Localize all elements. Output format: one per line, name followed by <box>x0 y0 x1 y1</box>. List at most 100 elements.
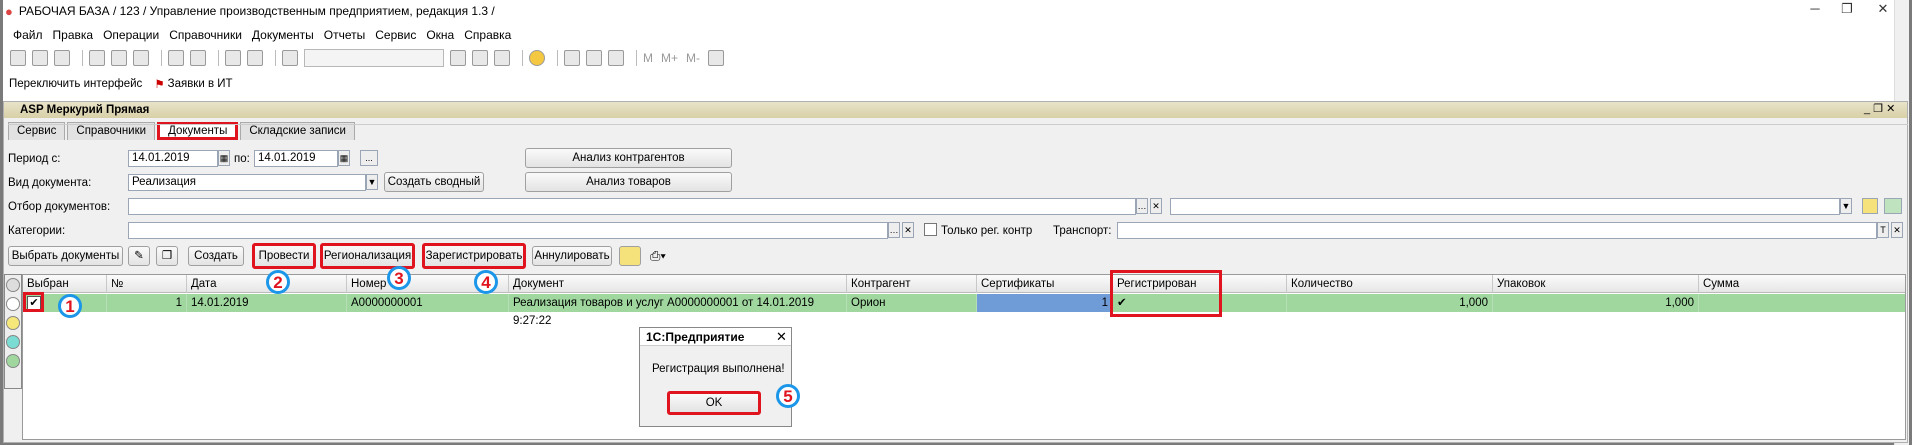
step-marker-3: 3 <box>387 266 411 290</box>
dialog-title: 1С:Предприятие <box>640 328 791 346</box>
post-button[interactable]: Провести <box>252 243 316 269</box>
cell-contractor: Орион <box>847 294 977 312</box>
redo-icon[interactable] <box>247 50 263 66</box>
memory-plus-icon[interactable]: M+ <box>661 51 678 65</box>
ok-button[interactable]: OK <box>667 391 761 415</box>
dialog-close-icon[interactable]: ✕ <box>776 329 787 345</box>
col-num[interactable]: № <box>107 275 187 293</box>
transport-clear-icon[interactable]: ✕ <box>1891 222 1903 238</box>
filter-settings-icon[interactable] <box>1884 198 1902 214</box>
undo-icon[interactable] <box>225 50 241 66</box>
period-from-label: Период с: <box>8 153 61 165</box>
only-reg-checkbox[interactable] <box>924 223 937 236</box>
switch-interface-button[interactable]: Переключить интерфейс <box>9 78 142 90</box>
menu-operations[interactable]: Операции <box>103 28 159 42</box>
col-selected[interactable]: Выбран <box>23 275 107 293</box>
selection-dropdown-icon[interactable]: ▼ <box>1840 198 1852 214</box>
memory-icon[interactable]: M <box>643 51 653 65</box>
menu-file[interactable]: Файл <box>13 28 43 42</box>
selection-select-icon[interactable]: … <box>1136 198 1148 214</box>
menu-documents[interactable]: Документы <box>252 28 314 42</box>
menu-service[interactable]: Сервис <box>375 28 416 42</box>
col-quantity[interactable]: Количество <box>1287 275 1493 293</box>
info-icon[interactable] <box>529 50 545 66</box>
close-icon[interactable]: ✕ <box>1872 2 1894 18</box>
menu-reports[interactable]: Отчеты <box>324 28 365 42</box>
registered-highlight <box>1110 270 1222 317</box>
menu-edit[interactable]: Правка <box>53 28 94 42</box>
menu-references[interactable]: Справочники <box>169 28 242 42</box>
col-certificates[interactable]: Сертификаты <box>977 275 1113 293</box>
new-icon[interactable] <box>10 50 26 66</box>
preview-icon[interactable] <box>190 50 206 66</box>
period-select-button[interactable]: ... <box>360 150 378 166</box>
save-icon[interactable] <box>54 50 70 66</box>
step-marker-5: 5 <box>776 384 800 408</box>
doc-type-dropdown-icon[interactable]: ▼ <box>366 174 378 190</box>
search-icon[interactable] <box>282 50 298 66</box>
selection-field[interactable] <box>128 198 1136 215</box>
marker-white-icon[interactable] <box>6 297 20 311</box>
checkbox-highlight <box>23 292 44 312</box>
analysis-contractors-button[interactable]: Анализ контрагентов <box>525 148 732 168</box>
doc-type-field[interactable]: Реализация <box>128 174 366 191</box>
calculator-icon[interactable] <box>564 50 580 66</box>
subwindow-controls-icon[interactable]: _ ❐ ✕ <box>1864 102 1895 115</box>
marker-green-icon[interactable] <box>6 354 20 368</box>
categories-clear-icon[interactable]: ✕ <box>902 222 914 238</box>
categories-field[interactable] <box>128 222 888 239</box>
create-button[interactable]: Создать <box>188 246 244 266</box>
marker-all-icon[interactable] <box>6 278 20 292</box>
print-icon[interactable] <box>168 50 184 66</box>
find-next-icon[interactable] <box>450 50 466 66</box>
table-row[interactable]: ✔ 1 14.01.2019 А0000000001 Реализация то… <box>23 294 1905 327</box>
marker-cyan-icon[interactable] <box>6 335 20 349</box>
print-menu-icon[interactable]: ⎙▾ <box>650 248 666 264</box>
edit-icon[interactable]: ✎ <box>128 246 150 266</box>
windows-icon[interactable] <box>494 50 510 66</box>
maximize-icon[interactable]: ❐ <box>1836 2 1858 18</box>
calendar-from-icon[interactable]: ▦ <box>218 150 230 166</box>
menu-windows[interactable]: Окна <box>426 28 454 42</box>
minimize-icon[interactable]: ─ <box>1804 2 1826 18</box>
delete-marked-icon[interactable] <box>619 246 641 266</box>
tools-icon[interactable] <box>708 50 725 66</box>
step-marker-4: 4 <box>474 270 498 294</box>
marker-yellow-icon[interactable] <box>6 316 20 330</box>
regionalize-button[interactable]: Регионализация <box>320 243 415 269</box>
categories-select-icon[interactable]: … <box>888 222 900 238</box>
paste-icon[interactable] <box>133 50 149 66</box>
select-docs-button[interactable]: Выбрать документы <box>8 246 123 266</box>
register-button[interactable]: Зарегистрировать <box>422 243 526 269</box>
save-filter-icon[interactable] <box>1862 198 1878 214</box>
cut-icon[interactable] <box>89 50 105 66</box>
period-to-label: по: <box>234 153 250 165</box>
copy-doc-icon[interactable]: ❐ <box>156 246 178 266</box>
open-icon[interactable] <box>32 50 48 66</box>
selection-clear-icon[interactable]: ✕ <box>1150 198 1162 214</box>
analysis-goods-button[interactable]: Анализ товаров <box>525 172 732 192</box>
copy-icon[interactable] <box>111 50 127 66</box>
period-to-field[interactable]: 14.01.2019 <box>254 150 338 167</box>
cell-sum <box>1699 294 1905 312</box>
period-from-field[interactable]: 14.01.2019 <box>128 150 218 167</box>
cancel-doc-button[interactable]: Аннулировать <box>532 246 612 266</box>
col-document[interactable]: Документ <box>509 275 847 293</box>
calendar-to-icon[interactable]: ▦ <box>338 150 350 166</box>
subwindow-title: ASP Меркурий Прямая <box>4 102 1907 118</box>
col-sum[interactable]: Сумма <box>1699 275 1905 293</box>
menu-help[interactable]: Справка <box>464 28 511 42</box>
memory-minus-icon[interactable]: M- <box>686 51 700 65</box>
calendar-icon[interactable] <box>586 50 602 66</box>
selection-value-field[interactable] <box>1170 198 1840 215</box>
table-icon[interactable] <box>608 50 624 66</box>
find-prev-icon[interactable] <box>472 50 488 66</box>
transport-field[interactable] <box>1117 222 1877 239</box>
requests-button[interactable]: Заявки в ИТ <box>168 78 233 90</box>
col-contractor[interactable]: Контрагент <box>847 275 977 293</box>
cell-quantity: 1,000 <box>1287 294 1493 312</box>
create-summary-button[interactable]: Создать сводный <box>384 172 484 192</box>
search-input[interactable] <box>304 49 444 67</box>
transport-t-icon[interactable]: T <box>1877 222 1889 238</box>
col-packages[interactable]: Упаковок <box>1493 275 1699 293</box>
